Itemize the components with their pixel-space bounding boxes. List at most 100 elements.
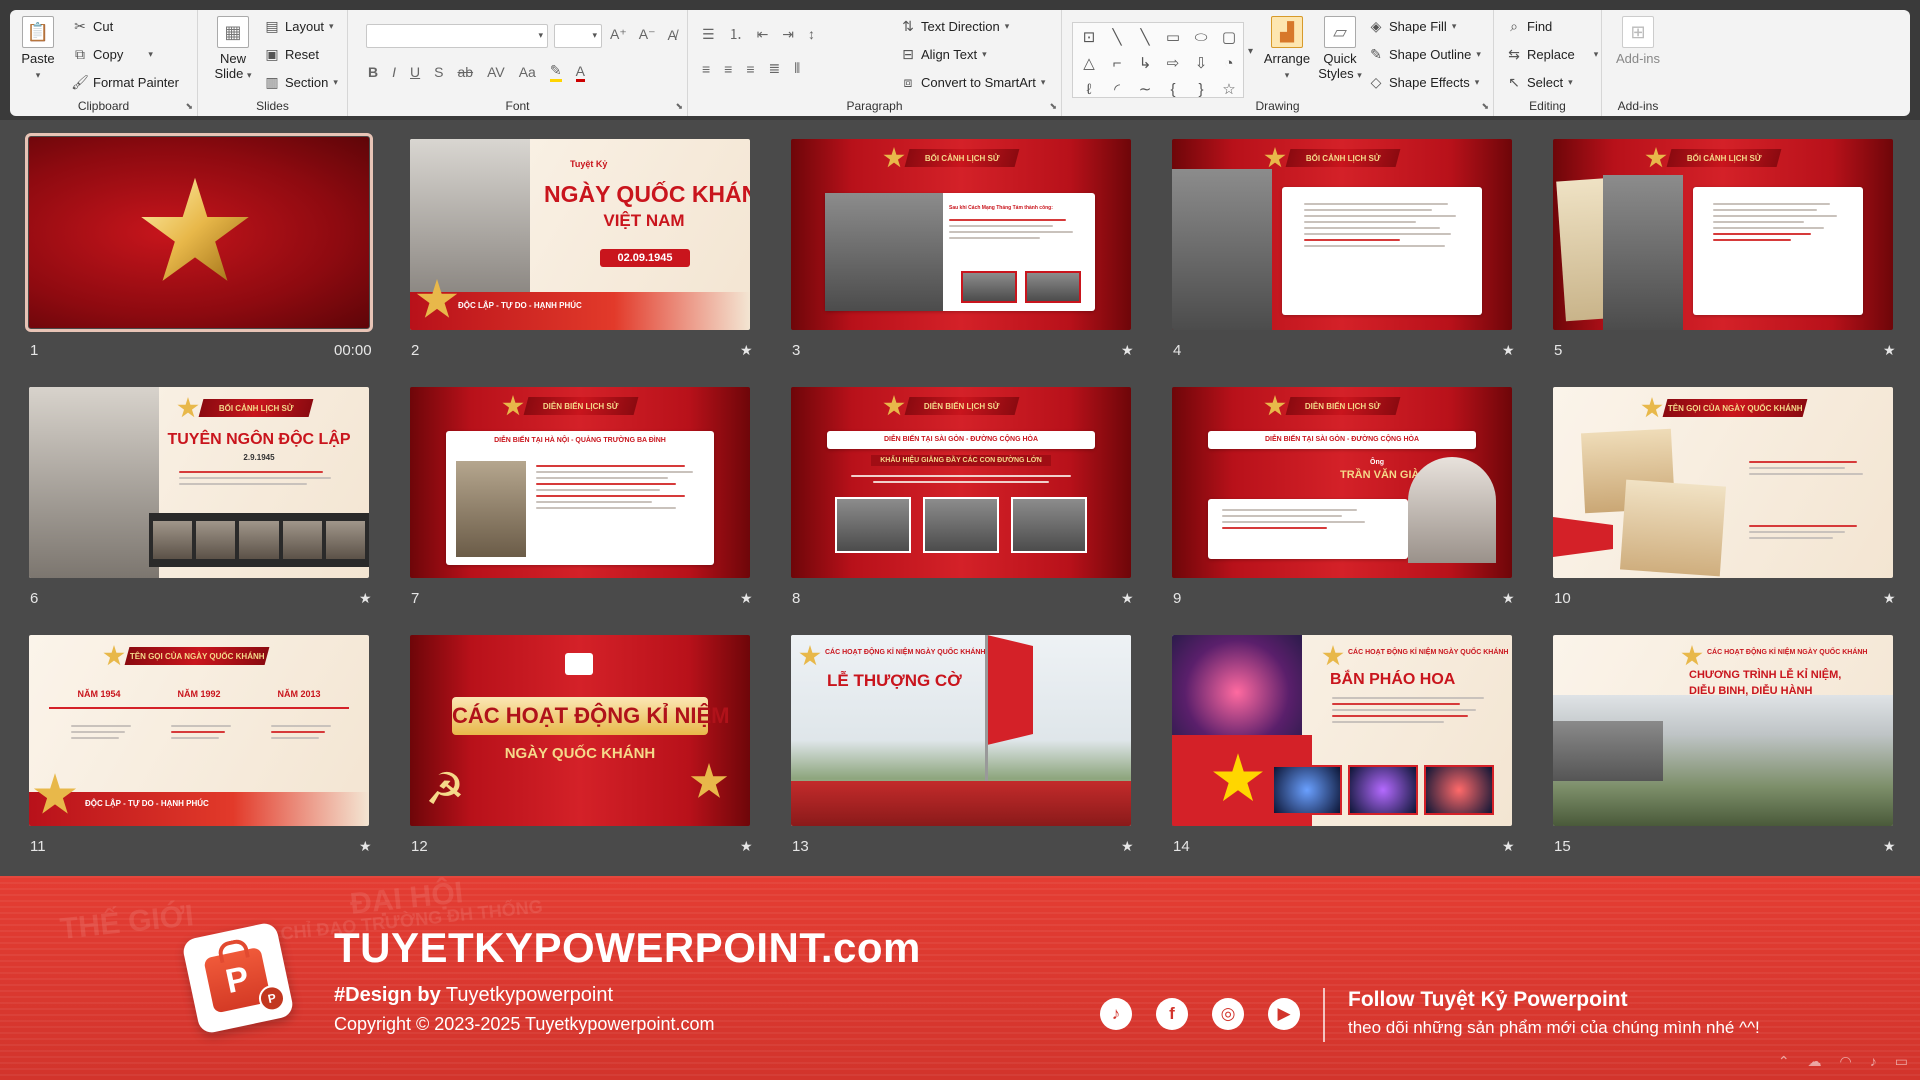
font-color-icon[interactable]: A [575,63,585,82]
slide-thumbnail-10[interactable]: TÊN GỌI CỦA NGÀY QUỐC KHÁNH [1553,387,1893,578]
facebook-icon[interactable]: f [1156,998,1188,1030]
quick-styles-button[interactable]: ▱ Quick Styles ▾ [1316,16,1364,83]
shapes-more-icon[interactable]: ▾ [1248,46,1253,57]
replace-button[interactable]: ⇆ Replace ▾ [1506,46,1598,62]
line-shape-icon[interactable]: ╲ [1105,25,1129,49]
slide-thumbnail-9[interactable]: DIỄN BIẾN LỊCH SỬ DIỄN BIẾN TẠI SÀI GÒN … [1172,387,1512,578]
slide-thumbnail-2[interactable]: Tuyệt Kỷ NGÀY QUỐC KHÁNH VIỆT NAM 02.09.… [410,139,750,330]
shape-outline-button[interactable]: ✎ Shape Outline ▾ [1368,46,1481,62]
find-button[interactable]: ⌕ Find [1506,18,1552,34]
reset-button[interactable]: ▣ Reset [264,46,319,62]
shapes-gallery[interactable]: ⊡ ╲ ╲ ▭ ⬭ ▢ △ ⌐ ↳ ⇨ ⇩ ◔ ℓ ◜ ∼{} ☆ [1072,22,1244,98]
text-direction-button[interactable]: ⇅ Text Direction ▾ [900,18,1009,34]
line-spacing-icon[interactable]: ↕ [808,26,815,42]
curve-shape-icon[interactable]: ∼ [1133,77,1157,101]
brace-right-shape-icon[interactable]: } [1189,77,1213,101]
cut-button[interactable]: ✂ Cut [72,18,113,34]
slide-thumbnail-15[interactable]: CÁC HOẠT ĐỘNG KỈ NIỆM NGÀY QUỐC KHÁNH CH… [1553,635,1893,826]
increase-indent-icon[interactable]: ⇥ [782,26,794,43]
format-painter-button[interactable]: 🖌 Format Painter [71,74,179,90]
convert-smartart-button[interactable]: ⧈ Convert to SmartArt ▾ [900,74,1046,90]
decrease-font-icon[interactable]: A⁻ [639,26,656,43]
textbox-shape-icon[interactable]: ⊡ [1077,25,1101,49]
star-shape-icon[interactable]: ☆ [1217,77,1241,101]
increase-font-icon[interactable]: A⁺ [610,26,627,43]
freeform-shape-icon[interactable]: ℓ [1077,77,1101,101]
copy-button[interactable]: ⧉ Copy ▾ [72,46,153,62]
rectangle-shape-icon[interactable]: ▭ [1161,25,1185,49]
change-case-icon[interactable]: Aa [519,64,536,80]
align-left-icon[interactable]: ≡ [702,61,710,77]
shadow-icon[interactable]: S [434,64,443,80]
layout-button[interactable]: ▤ Layout ▾ [264,18,333,34]
arrow-right-shape-icon[interactable]: ⇨ [1161,51,1185,75]
italic-icon[interactable]: I [392,64,396,80]
oval-shape-icon[interactable]: ⬭ [1189,25,1213,49]
rounded-rect-shape-icon[interactable]: ▢ [1217,25,1241,49]
decrease-indent-icon[interactable]: ⇤ [757,26,769,43]
bold-icon[interactable]: B [368,64,378,80]
tiktok-icon[interactable]: ♪ [1100,998,1132,1030]
align-text-button[interactable]: ⊟ Align Text ▾ [900,46,987,62]
section-button[interactable]: ▥ Section ▾ [264,74,338,90]
align-right-icon[interactable]: ≡ [746,61,754,77]
instagram-icon[interactable]: ◎ [1212,998,1244,1030]
slide-thumbnail-12[interactable]: CÁC HOẠT ĐỘNG KỈ NIỆM NGÀY QUỐC KHÁNH ☭ [410,635,750,826]
elbow-arrow-icon[interactable]: ↳ [1133,51,1157,75]
wifi-icon[interactable]: ◠ [1840,1053,1852,1070]
slide-thumbnail-6[interactable]: BỐI CẢNH LỊCH SỬ TUYÊN NGÔN ĐỘC LẬP 2.9.… [29,387,369,578]
slide-thumbnail-7[interactable]: DIỄN BIẾN LỊCH SỬ DIỄN BIẾN TẠI HÀ NỘI -… [410,387,750,578]
strikethrough-icon[interactable]: ab [457,64,473,80]
addins-group: ⊞ Add-ins Add-ins [1602,10,1674,116]
font-size-dropdown[interactable]: ▾ [554,24,602,48]
numbering-icon[interactable]: ⒈ [729,24,743,44]
section-banner-label: CÁC HOẠT ĐỘNG KỈ NIỆM NGÀY QUỐC KHÁNH [825,649,986,656]
underline-icon[interactable]: U [410,64,420,80]
gold-star-icon [103,645,125,666]
slide-thumbnail-4[interactable]: BỐI CẢNH LỊCH SỬ [1172,139,1512,330]
clear-format-icon[interactable]: A̸ [667,27,676,43]
slide-thumbnail-5[interactable]: BỐI CẢNH LỊCH SỬ [1553,139,1893,330]
columns-icon[interactable]: ⫴ [794,60,800,77]
new-slide-button[interactable]: ▦ New Slide ▾ [212,16,254,83]
youtube-icon[interactable]: ▶ [1268,998,1300,1030]
callout-shape-icon[interactable]: ◔ [1217,51,1241,75]
elbow-connector-icon[interactable]: ⌐ [1105,51,1129,75]
highlight-icon[interactable]: ✎ [549,62,562,82]
ribbon-tabs [0,0,1920,10]
dialog-launcher-icon[interactable]: ⬊ [185,101,193,112]
slide-thumbnail-3[interactable]: BỐI CẢNH LỊCH SỬ Sau khi Cách Mạng Tháng… [791,139,1131,330]
shape-effects-button[interactable]: ◇ Shape Effects ▾ [1368,74,1480,90]
arc-shape-icon[interactable]: ◜ [1105,77,1129,101]
slide-thumbnail-1[interactable] [25,133,373,332]
triangle-shape-icon[interactable]: △ [1077,51,1101,75]
slide-thumbnail-14[interactable]: CÁC HOẠT ĐỘNG KỈ NIỆM NGÀY QUỐC KHÁNH BẮ… [1172,635,1512,826]
bullets-icon[interactable]: ☰ [702,26,715,43]
dialog-launcher-icon[interactable]: ⬊ [675,101,683,112]
select-button[interactable]: ↖ Select ▾ [1506,74,1573,90]
font-family-dropdown[interactable]: ▾ [366,24,548,48]
shape-fill-button[interactable]: ◈ Shape Fill ▾ [1368,18,1457,34]
dialog-launcher-icon[interactable]: ⬊ [1481,101,1489,112]
spacing-icon[interactable]: AV [487,64,505,80]
slide-thumbnail-8[interactable]: DIỄN BIẾN LỊCH SỬ DIỄN BIẾN TẠI SÀI GÒN … [791,387,1131,578]
chevron-up-icon[interactable]: ⌃ [1778,1053,1790,1070]
paste-button[interactable]: 📋 Paste ▾ [20,16,56,83]
brace-left-shape-icon[interactable]: { [1161,77,1185,101]
slide-thumbnail-13[interactable]: CÁC HOẠT ĐỘNG KỈ NIỆM NGÀY QUỐC KHÁNH LỄ… [791,635,1131,826]
battery-icon[interactable]: ▭ [1895,1053,1908,1070]
flagpole-shape [985,635,988,785]
addins-button[interactable]: ⊞ Add-ins [1612,16,1664,66]
line-shape-icon[interactable]: ╲ [1133,25,1157,49]
justify-icon[interactable]: ≣ [769,60,781,77]
slide-thumbnail-11[interactable]: TÊN GỌI CỦA NGÀY QUỐC KHÁNH NĂM 1954 NĂM… [29,635,369,826]
arrange-button[interactable]: ▟ Arrange ▾ [1262,16,1312,83]
pen-icon: ✎ [1370,45,1382,62]
arrow-down-shape-icon[interactable]: ⇩ [1189,51,1213,75]
gold-star-icon [1681,645,1703,666]
speaker-icon[interactable]: ♪ [1870,1053,1877,1070]
cloud-icon[interactable]: ☁ [1808,1053,1822,1070]
align-center-icon[interactable]: ≡ [724,61,732,77]
replace-label: Replace [1527,46,1575,62]
dialog-launcher-icon[interactable]: ⬊ [1049,101,1057,112]
